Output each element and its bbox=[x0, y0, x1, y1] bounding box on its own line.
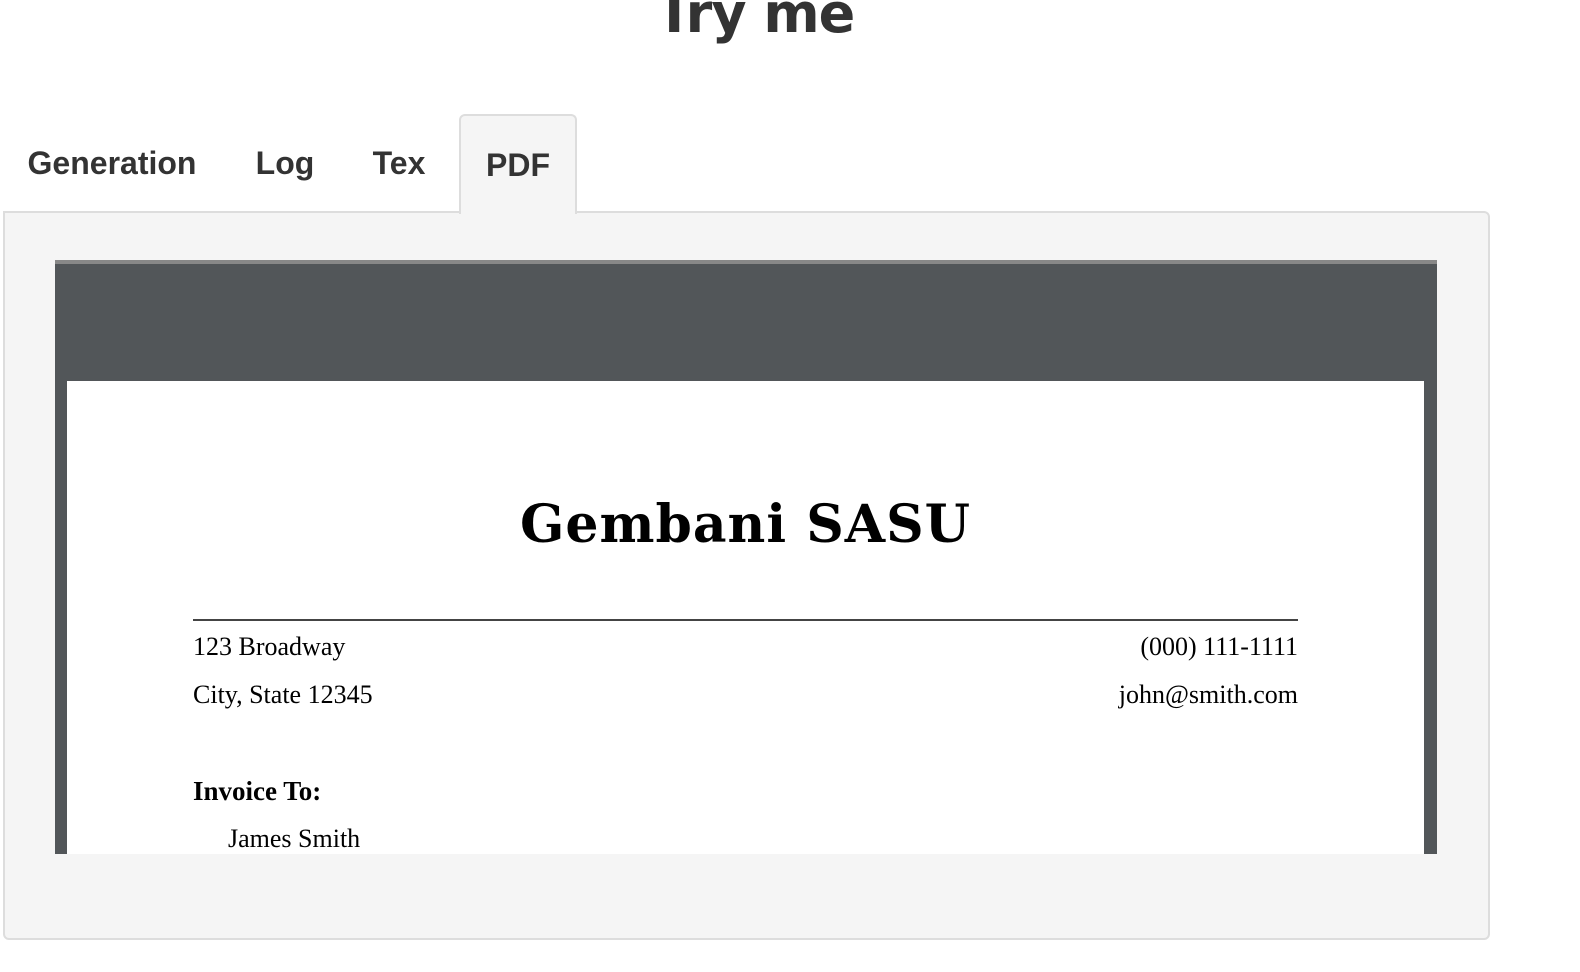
address-line-1: 123 Broadway bbox=[193, 632, 346, 661]
client-name: James Smith bbox=[228, 824, 361, 853]
tab-tex[interactable]: Tex bbox=[356, 114, 442, 212]
invoice-to-label: Invoice To: bbox=[193, 776, 322, 806]
tab-pdf[interactable]: PDF bbox=[459, 114, 577, 214]
tab-generation[interactable]: Generation bbox=[12, 114, 212, 212]
phone-number: (000) 111-1111 bbox=[1140, 632, 1298, 661]
header-divider bbox=[193, 619, 1298, 621]
company-name: Gembani SASU bbox=[519, 494, 972, 555]
email-address: john@smith.com bbox=[1118, 680, 1298, 709]
tab-bar: Generation Log Tex PDF bbox=[0, 114, 1510, 214]
pdf-page[interactable]: Gembani SASU 123 Broadway City, State 12… bbox=[67, 381, 1424, 854]
tab-log[interactable]: Log bbox=[240, 114, 330, 212]
address-line-2: City, State 12345 bbox=[193, 680, 373, 709]
page-title: Try me bbox=[655, 0, 855, 45]
pdf-viewer[interactable]: Gembani SASU 123 Broadway City, State 12… bbox=[55, 260, 1437, 854]
